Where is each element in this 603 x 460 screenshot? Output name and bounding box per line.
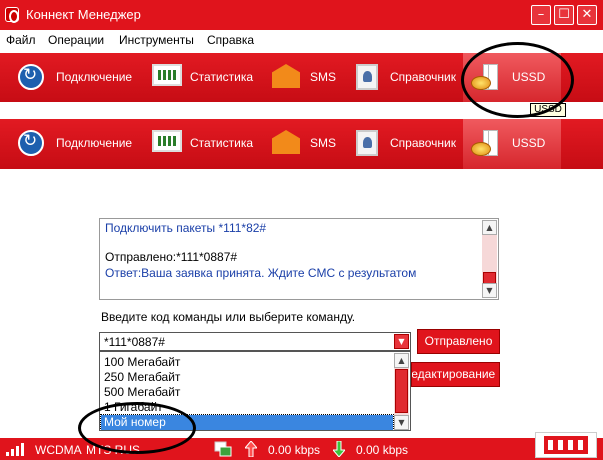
coin-shape xyxy=(471,142,491,156)
scroll-thumb[interactable] xyxy=(395,369,408,413)
command-prompt: Введите код команды или выберите команду… xyxy=(101,310,356,324)
toolbar-sms[interactable]: SMS xyxy=(270,53,340,103)
dropdown-option[interactable]: 500 Мегабайт xyxy=(101,385,393,400)
scroll-up-icon[interactable]: ▲ xyxy=(394,353,409,368)
scroll-down-icon[interactable]: ▼ xyxy=(394,415,409,430)
envelope-icon xyxy=(272,64,300,88)
edit-button[interactable]: Редактирование xyxy=(411,362,500,387)
window-title: Коннект Менеджер xyxy=(26,7,141,22)
toolbar-statistics-label: Статистика xyxy=(190,136,254,150)
toolbar-sms-main[interactable]: SMS xyxy=(270,119,340,169)
toolbar-contacts-label: Справочник xyxy=(390,70,456,84)
toolbar-sms-label: SMS xyxy=(310,136,337,150)
toolbar-sms-label: SMS xyxy=(310,70,337,84)
chevron-down-icon[interactable]: ▼ xyxy=(394,334,409,349)
refresh-icon xyxy=(18,64,44,90)
contacts-book-icon xyxy=(356,64,378,90)
log-line: Отправлено:*111*0887# xyxy=(105,250,238,264)
toolbar-connect[interactable]: Подключение xyxy=(14,53,144,103)
dropdown-scrollbar[interactable]: ▲ ▼ xyxy=(394,353,409,430)
close-button[interactable]: ✕ xyxy=(577,5,597,25)
toolbar-connect-main[interactable]: Подключение xyxy=(14,119,144,169)
menu-operations[interactable]: Операции xyxy=(48,33,104,47)
envelope-icon xyxy=(272,130,300,154)
monitor-chart-icon xyxy=(152,130,182,152)
toolbar-ussd-label: USSD xyxy=(512,136,546,150)
log-line: Ответ:Ваша заявка принята. Ждите СМС с р… xyxy=(105,266,417,280)
signal-bars-icon xyxy=(6,443,24,456)
command-combobox[interactable]: *111*0887# ▼ xyxy=(99,332,411,351)
toolbar-statistics[interactable]: Статистика xyxy=(150,53,260,103)
contacts-book-icon xyxy=(356,130,378,156)
toolbar-contacts-main[interactable]: Справочник xyxy=(352,119,462,169)
maximize-button[interactable]: ☐ xyxy=(554,5,574,25)
dropdown-option[interactable]: 250 Мегабайт xyxy=(101,370,393,385)
download-speed: 0.00 kbps xyxy=(356,443,409,457)
download-arrow-icon xyxy=(333,441,345,457)
toolbar-main: Подключение Статистика SMS Справочник US… xyxy=(0,119,603,169)
dropdown-option[interactable]: 100 Мегабайт xyxy=(101,355,393,370)
ussd-log[interactable]: Подключить пакеты *111*82# Отправлено:*1… xyxy=(99,218,499,300)
toolbar-contacts-label: Справочник xyxy=(390,136,456,150)
command-input[interactable]: *111*0887# xyxy=(104,335,165,349)
upload-arrow-icon xyxy=(245,441,257,457)
network-type: WCDMA xyxy=(35,443,82,457)
operator-logo xyxy=(535,432,597,458)
toolbar-statistics-main[interactable]: Статистика xyxy=(150,119,260,169)
ussd-coin-icon xyxy=(471,130,503,160)
monitor-chart-icon xyxy=(152,64,182,86)
toolbar-connect-label: Подключение xyxy=(56,136,133,150)
minimize-button[interactable]: – xyxy=(531,5,551,25)
log-scrollbar[interactable]: ▲ ▼ xyxy=(482,220,497,298)
title-bar: Коннект Менеджер – ☐ ✕ xyxy=(0,0,603,30)
annotation-ellipse xyxy=(78,402,196,454)
annotation-ellipse xyxy=(461,42,574,118)
log-line: Подключить пакеты *111*82# xyxy=(105,221,267,235)
toolbar-contacts[interactable]: Справочник xyxy=(352,53,462,103)
menu-help[interactable]: Справка xyxy=(207,33,254,47)
toolbar-ussd-main[interactable]: USSD xyxy=(463,119,561,169)
scroll-up-icon[interactable]: ▲ xyxy=(482,220,497,235)
send-button[interactable]: Отправлено xyxy=(417,329,500,354)
refresh-icon xyxy=(18,130,44,156)
menu-file[interactable]: Файл xyxy=(6,33,36,47)
mts-logo-icon xyxy=(544,436,588,454)
toolbar-statistics-label: Статистика xyxy=(190,70,254,84)
app-logo-icon xyxy=(5,7,19,23)
scroll-down-icon[interactable]: ▼ xyxy=(482,283,497,298)
toolbar-connect-label: Подключение xyxy=(56,70,133,84)
computer-icon xyxy=(214,441,232,457)
upload-speed: 0.00 kbps xyxy=(268,443,321,457)
menu-tools[interactable]: Инструменты xyxy=(119,33,194,47)
